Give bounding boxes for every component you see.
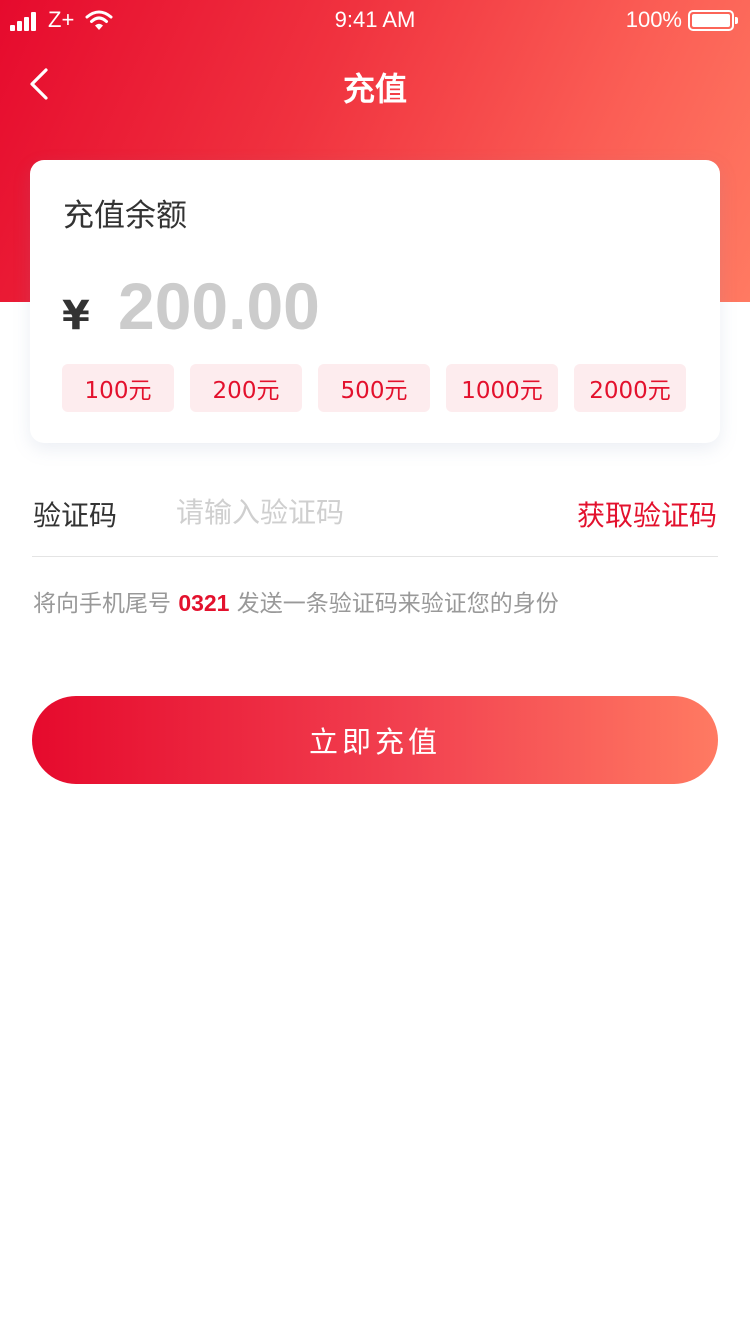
phone-tail: 0321 — [178, 590, 230, 616]
verification-hint: 将向手机尾号 0321 发送一条验证码来验证您的身份 — [33, 584, 559, 618]
divider — [32, 556, 718, 557]
quick-amount-200[interactable]: 200元 — [190, 364, 302, 412]
verification-code-label: 验证码 — [33, 499, 118, 532]
balance-card-title: 充值余额 — [63, 198, 187, 234]
recharge-submit-button[interactable]: 立即充值 — [32, 696, 718, 784]
verification-code-input[interactable] — [176, 484, 556, 540]
currency-symbol: ¥ — [62, 293, 90, 339]
quick-amount-2000[interactable]: 2000元 — [574, 364, 686, 412]
status-bar: Z+ 9:41 AM 100% — [0, 0, 750, 40]
quick-amount-500[interactable]: 500元 — [318, 364, 430, 412]
battery-icon — [688, 10, 738, 31]
quick-amount-options: 100元 200元 500元 1000元 2000元 — [62, 364, 686, 412]
quick-amount-100[interactable]: 100元 — [62, 364, 174, 412]
get-code-button[interactable]: 获取验证码 — [577, 494, 717, 534]
amount-input[interactable] — [118, 264, 678, 348]
balance-card: 充值余额 ¥ 100元 200元 500元 1000元 2000元 — [30, 160, 720, 443]
hint-prefix: 将向手机尾号 — [33, 591, 179, 617]
page-title: 充值 — [342, 70, 407, 108]
quick-amount-1000[interactable]: 1000元 — [446, 364, 558, 412]
battery-percentage: 100% — [625, 7, 682, 32]
hint-suffix: 发送一条验证码来验证您的身份 — [229, 591, 559, 617]
